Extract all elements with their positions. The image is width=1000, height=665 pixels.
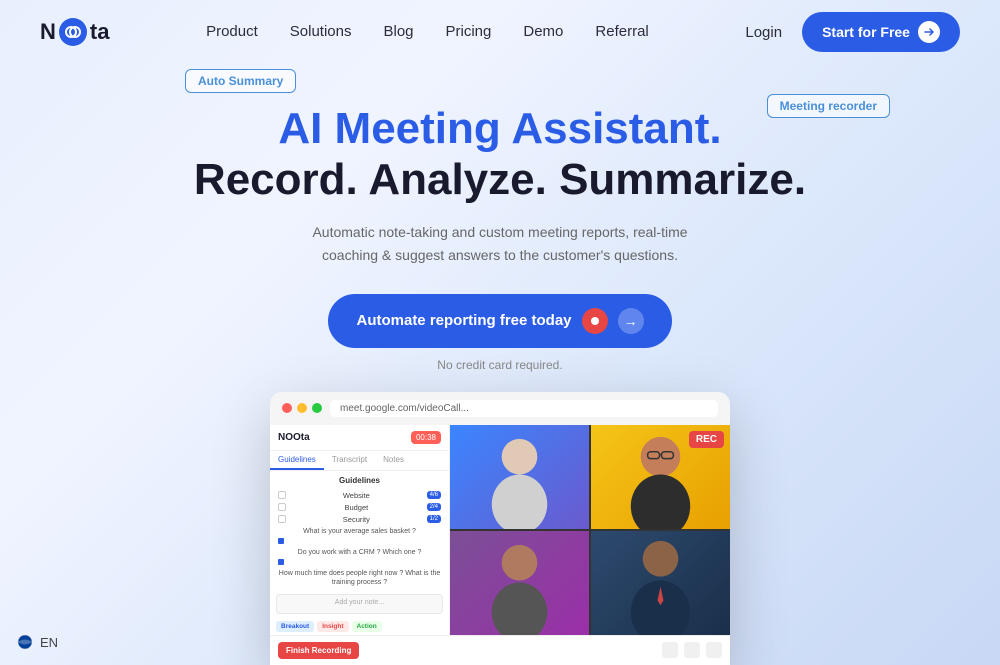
- record-icon: [582, 308, 608, 334]
- app-panel: NOOta 00:38 Guidelines Transcript Notes …: [270, 425, 450, 635]
- checkbox-website[interactable]: [278, 491, 286, 499]
- video-cell-1: [450, 425, 589, 529]
- close-dot: [282, 403, 292, 413]
- logo-circle-icon: [59, 18, 87, 46]
- tab-transcript[interactable]: Transcript: [324, 451, 375, 470]
- browser-bottom-bar: Finish Recording: [270, 635, 730, 665]
- bottom-icons: [662, 642, 722, 658]
- app-header: NOOta 00:38: [270, 425, 449, 451]
- camera-icon: [684, 642, 700, 658]
- nav-right: Login Start for Free: [745, 12, 960, 52]
- no-credit-text: No credit card required.: [437, 358, 562, 372]
- nav-item-product[interactable]: Product: [206, 23, 258, 40]
- arrow-right-icon: [918, 21, 940, 43]
- rec-badge: REC: [689, 431, 724, 448]
- automate-label: Automate reporting free today: [356, 312, 571, 329]
- lang-label: EN: [40, 635, 58, 650]
- nav-item-referral[interactable]: Referral: [595, 23, 648, 40]
- tag-insight[interactable]: Insight: [317, 621, 348, 632]
- video-panel: REC: [450, 425, 730, 635]
- logo-ta: ta: [90, 19, 110, 45]
- login-link[interactable]: Login: [745, 24, 782, 41]
- check-badge-budget: 2/4: [427, 503, 441, 511]
- question-bar-2: [278, 559, 441, 565]
- minimize-dot: [297, 403, 307, 413]
- hero-section: Auto Summary Meeting recorder AI Meeting…: [0, 64, 1000, 665]
- logo-n: N: [40, 19, 56, 45]
- browser-dots: [282, 403, 322, 413]
- browser-address-bar: meet.google.com/videoCall...: [330, 400, 718, 417]
- check-label-security: Security: [290, 515, 423, 524]
- settings-icon: [706, 642, 722, 658]
- maximize-dot: [312, 403, 322, 413]
- question-3: How much time does people right now ? Wh…: [278, 569, 441, 587]
- nav-item-demo[interactable]: Demo: [523, 23, 563, 40]
- nav-item-solutions[interactable]: Solutions: [290, 23, 352, 40]
- question-text-1: What is your average sales basket ?: [278, 527, 441, 536]
- q-badge-blue-1: [278, 538, 284, 544]
- check-label-website: Website: [290, 491, 423, 500]
- note-input[interactable]: Add your note...: [276, 594, 443, 614]
- check-label-budget: Budget: [290, 503, 423, 512]
- mic-icon: [662, 642, 678, 658]
- start-free-button[interactable]: Start for Free: [802, 12, 960, 52]
- question-text-2: Do you work with a CRM ? Which one ?: [278, 548, 441, 557]
- tag-breakout[interactable]: Breakout: [276, 621, 314, 632]
- tab-notes[interactable]: Notes: [375, 451, 412, 470]
- nav-item-pricing[interactable]: Pricing: [446, 23, 492, 40]
- tab-guidelines[interactable]: Guidelines: [270, 451, 324, 470]
- browser-mockup: meet.google.com/videoCall... NOOta 00:38…: [270, 392, 730, 665]
- app-section-title: Guidelines: [270, 471, 449, 488]
- nav-links: Product Solutions Blog Pricing Demo Refe…: [206, 23, 649, 41]
- nav-item-blog[interactable]: Blog: [383, 23, 413, 40]
- browser-content: NOOta 00:38 Guidelines Transcript Notes …: [270, 425, 730, 635]
- video-cell-3: [450, 531, 589, 635]
- browser-bar: meet.google.com/videoCall...: [270, 392, 730, 425]
- navbar: N ta Product Solutions Blog Pricing Demo…: [0, 0, 1000, 64]
- question-bar-1: [278, 538, 441, 544]
- automate-button[interactable]: Automate reporting free today →: [328, 294, 671, 348]
- check-badge-security: 1/2: [427, 515, 441, 523]
- arrow-right-icon: →: [618, 308, 644, 334]
- logo[interactable]: N ta: [40, 18, 109, 46]
- app-tabs: Guidelines Transcript Notes: [270, 451, 449, 471]
- meeting-recorder-badge: Meeting recorder: [767, 94, 890, 118]
- finish-recording-button[interactable]: Finish Recording: [278, 642, 359, 659]
- checkbox-budget[interactable]: [278, 503, 286, 511]
- auto-summary-badge: Auto Summary: [185, 69, 296, 93]
- checkbox-security[interactable]: [278, 515, 286, 523]
- flag-icon: [15, 635, 35, 650]
- hero-title-blue: AI Meeting Assistant.: [278, 104, 721, 155]
- check-item-website: Website 4/6: [278, 491, 441, 500]
- hero-title-black: Record. Analyze. Summarize.: [194, 155, 806, 206]
- question-text-3: How much time does people right now ? Wh…: [278, 569, 441, 587]
- app-logo-small: NOOta: [278, 432, 310, 443]
- hero-subtitle: Automatic note-taking and custom meeting…: [285, 221, 715, 266]
- bottom-tags: Breakout Insight Action: [270, 618, 449, 635]
- q-badge-blue-2: [278, 559, 284, 565]
- check-badge-website: 4/6: [427, 491, 441, 499]
- question-1: What is your average sales basket ?: [278, 527, 441, 544]
- check-item-security: Security 1/2: [278, 515, 441, 524]
- app-timer: 00:38: [411, 431, 441, 444]
- language-selector[interactable]: EN: [15, 635, 58, 650]
- tag-action[interactable]: Action: [352, 621, 382, 632]
- video-cell-4: [591, 531, 730, 635]
- check-item-budget: Budget 2/4: [278, 503, 441, 512]
- app-checklist: Website 4/6 Budget 2/4 Security 1/2: [270, 488, 449, 590]
